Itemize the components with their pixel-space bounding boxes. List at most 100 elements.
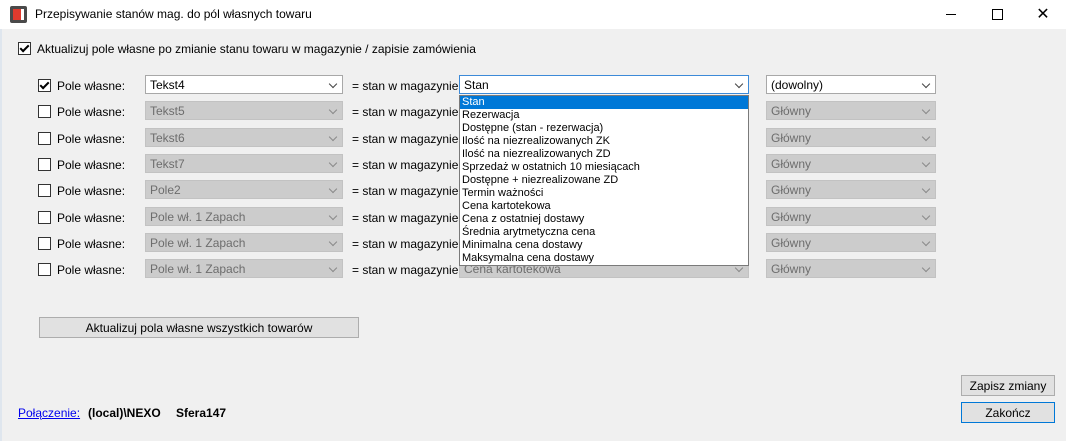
chevron-down-icon bbox=[921, 158, 931, 168]
close-window-button[interactable]: ✕ bbox=[1020, 0, 1066, 29]
dropdown-option[interactable]: Ilość na niezrealizowanych ZD bbox=[460, 148, 748, 161]
field-select-value: Pole2 bbox=[150, 183, 181, 197]
chevron-down-icon bbox=[328, 263, 338, 273]
warehouse-value: (dowolny) bbox=[771, 78, 824, 92]
warehouse-select[interactable]: Główny bbox=[766, 154, 936, 173]
warehouse-select[interactable]: Główny bbox=[766, 259, 936, 278]
auto-update-label: Aktualizuj pole własne po zmianie stanu … bbox=[37, 42, 476, 56]
stock-type-select[interactable]: Stan bbox=[459, 75, 749, 94]
field-label: Pole własne: bbox=[57, 211, 126, 225]
connection-database: Sfera147 bbox=[176, 406, 227, 420]
update-all-button[interactable]: Aktualizuj pola własne wszystkich towaró… bbox=[39, 317, 359, 338]
dropdown-option[interactable]: Sprzedaż w ostatnich 10 miesiącach bbox=[460, 161, 748, 174]
warehouse-select[interactable]: (dowolny) bbox=[766, 75, 936, 94]
field-select[interactable]: Tekst4 bbox=[145, 75, 343, 94]
warehouse-select[interactable]: Główny bbox=[766, 233, 936, 252]
window-title: Przepisywanie stanów mag. do pól własnyc… bbox=[35, 7, 312, 21]
connection-server: (local)\NEXO bbox=[88, 406, 161, 420]
field-checkbox[interactable] bbox=[38, 105, 51, 118]
warehouse-value: Główny bbox=[771, 183, 812, 197]
field-checkbox[interactable] bbox=[38, 184, 51, 197]
maximize-icon bbox=[991, 9, 1003, 20]
dropdown-option[interactable]: Średnia arytmetyczna cena bbox=[460, 226, 748, 239]
minimize-button[interactable] bbox=[928, 0, 974, 29]
warehouse-select[interactable]: Główny bbox=[766, 207, 936, 226]
stock-type-value: Stan bbox=[464, 78, 489, 92]
window-edge bbox=[0, 29, 2, 441]
dropdown-option[interactable]: Cena kartotekowa bbox=[460, 200, 748, 213]
stock-equals-label: = stan w magazynie: bbox=[352, 211, 462, 225]
warehouse-value: Główny bbox=[771, 131, 812, 145]
dropdown-option[interactable]: Termin ważności bbox=[460, 187, 748, 200]
dropdown-option[interactable]: Dostępne (stan - rezerwacja) bbox=[460, 122, 748, 135]
stock-equals-label: = stan w magazynie: bbox=[352, 263, 462, 277]
warehouse-value: Główny bbox=[771, 262, 812, 276]
dropdown-option[interactable]: Stan bbox=[460, 96, 748, 109]
field-checkbox[interactable] bbox=[38, 211, 51, 224]
field-label: Pole własne: bbox=[57, 79, 126, 93]
field-select-value: Pole wł. 1 Zapach bbox=[150, 236, 246, 250]
dropdown-option[interactable]: Maksymalna cena dostawy bbox=[460, 252, 748, 265]
field-select[interactable]: Tekst5 bbox=[145, 101, 343, 120]
dropdown-option[interactable]: Ilość na niezrealizowanych ZK bbox=[460, 135, 748, 148]
maximize-button[interactable] bbox=[974, 0, 1020, 29]
warehouse-value: Główny bbox=[771, 236, 812, 250]
chevron-down-icon bbox=[328, 211, 338, 221]
stock-equals-label: = stan w magazynie: bbox=[352, 237, 462, 251]
close-icon: ✕ bbox=[1036, 5, 1050, 23]
title-bar: Przepisywanie stanów mag. do pól własnyc… bbox=[0, 0, 1066, 29]
field-select-value: Pole wł. 1 Zapach bbox=[150, 210, 246, 224]
field-select[interactable]: Pole wł. 1 Zapach bbox=[145, 207, 343, 226]
chevron-down-icon bbox=[921, 263, 931, 273]
chevron-down-icon bbox=[921, 132, 931, 142]
field-checkbox[interactable] bbox=[38, 158, 51, 171]
stock-type-dropdown-list[interactable]: Stan Rezerwacja Dostępne (stan - rezerwacj… bbox=[459, 95, 749, 266]
chevron-down-icon bbox=[328, 105, 338, 115]
field-select[interactable]: Pole2 bbox=[145, 180, 343, 199]
field-select[interactable]: Tekst6 bbox=[145, 128, 343, 147]
field-select-value: Tekst4 bbox=[150, 78, 185, 92]
dropdown-option[interactable]: Minimalna cena dostawy bbox=[460, 239, 748, 252]
field-select-value: Tekst7 bbox=[150, 157, 185, 171]
chevron-down-icon bbox=[328, 237, 338, 247]
warehouse-select[interactable]: Główny bbox=[766, 101, 936, 120]
field-select-value: Tekst6 bbox=[150, 131, 185, 145]
auto-update-checkbox[interactable] bbox=[18, 42, 31, 55]
chevron-down-icon bbox=[328, 158, 338, 168]
minimize-icon bbox=[946, 14, 956, 15]
connection-link[interactable]: Połączenie: bbox=[18, 406, 80, 420]
field-label: Pole własne: bbox=[57, 237, 126, 251]
field-checkbox[interactable] bbox=[38, 132, 51, 145]
chevron-down-icon bbox=[328, 184, 338, 194]
app-logo-icon bbox=[10, 6, 27, 23]
chevron-down-icon bbox=[328, 79, 338, 89]
stock-equals-label: = stan w magazynie: bbox=[352, 158, 462, 172]
chevron-down-icon bbox=[328, 132, 338, 142]
chevron-down-icon bbox=[921, 105, 931, 115]
chevron-down-icon bbox=[921, 237, 931, 247]
field-select[interactable]: Pole wł. 1 Zapach bbox=[145, 233, 343, 252]
warehouse-select[interactable]: Główny bbox=[766, 180, 936, 199]
chevron-down-icon bbox=[921, 79, 931, 89]
field-label: Pole własne: bbox=[57, 184, 126, 198]
field-select[interactable]: Pole wł. 1 Zapach bbox=[145, 259, 343, 278]
close-button[interactable]: Zakończ bbox=[961, 402, 1055, 423]
stock-equals-label: = stan w magazynie: bbox=[352, 105, 462, 119]
chevron-down-icon bbox=[921, 184, 931, 194]
field-checkbox[interactable] bbox=[38, 79, 51, 92]
dropdown-option[interactable]: Cena z ostatniej dostawy bbox=[460, 213, 748, 226]
warehouse-select[interactable]: Główny bbox=[766, 128, 936, 147]
chevron-down-icon bbox=[921, 211, 931, 221]
chevron-down-icon bbox=[734, 79, 744, 89]
dropdown-option[interactable]: Rezerwacja bbox=[460, 109, 748, 122]
field-checkbox[interactable] bbox=[38, 263, 51, 276]
save-button[interactable]: Zapisz zmiany bbox=[961, 375, 1055, 396]
dropdown-option[interactable]: Dostępne + niezrealizowane ZD bbox=[460, 174, 748, 187]
warehouse-value: Główny bbox=[771, 104, 812, 118]
warehouse-value: Główny bbox=[771, 210, 812, 224]
field-select[interactable]: Tekst7 bbox=[145, 154, 343, 173]
field-label: Pole własne: bbox=[57, 263, 126, 277]
field-label: Pole własne: bbox=[57, 132, 126, 146]
field-checkbox[interactable] bbox=[38, 237, 51, 250]
warehouse-value: Główny bbox=[771, 157, 812, 171]
